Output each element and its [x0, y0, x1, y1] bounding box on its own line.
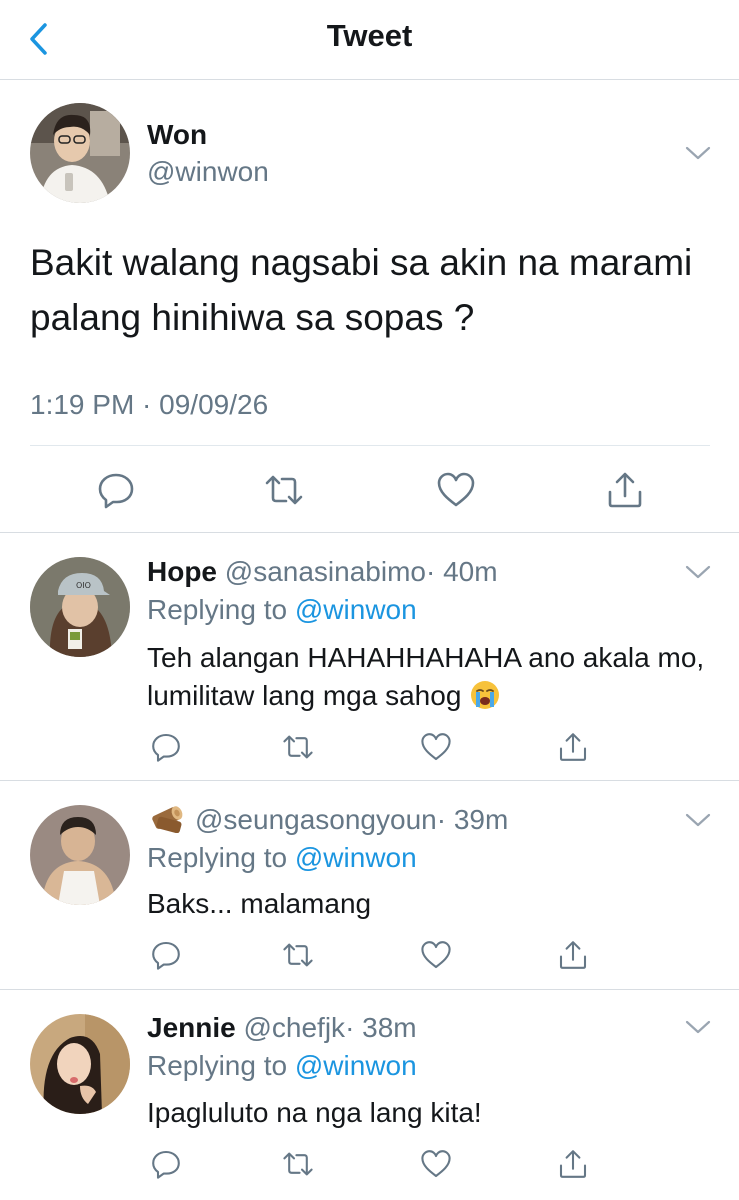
reply-time: · 39m: [436, 804, 509, 835]
reply-icon: [98, 473, 134, 509]
chevron-down-icon: [685, 813, 711, 827]
retweet-button[interactable]: [264, 470, 304, 510]
share-button[interactable]: [557, 939, 589, 971]
replying-to-link[interactable]: @winwon: [295, 842, 417, 873]
share-icon: [559, 1150, 587, 1178]
reply-button[interactable]: [150, 731, 182, 763]
divider: [30, 445, 710, 446]
log-icon: [152, 806, 183, 833]
retweet-icon: [283, 1152, 313, 1176]
chevron-down-icon: [685, 1020, 711, 1034]
reply-time: · 40m: [425, 556, 498, 587]
reply-tweet[interactable]: @seungasongyoun· 39m Replying to @winwon…: [0, 781, 739, 990]
reply-button[interactable]: [150, 939, 182, 971]
replying-to-link[interactable]: @winwon: [295, 594, 417, 625]
share-icon: [559, 941, 587, 969]
reply-icon: [152, 941, 180, 970]
reply-icon: [152, 1150, 180, 1179]
reply-text-content: Teh alangan HAHAHHAHAHA ano akala mo, lu…: [147, 642, 705, 711]
reply-time: · 38m: [345, 1012, 417, 1043]
chevron-down-icon: [685, 565, 711, 579]
avatar[interactable]: [30, 103, 130, 203]
reply-tweet[interactable]: OIO Hope @sanasinabimo· 40m Replying to …: [0, 533, 739, 781]
retweet-icon: [265, 475, 303, 505]
share-icon: [608, 472, 642, 508]
like-icon: [437, 472, 475, 507]
reply-author-name[interactable]: Hope: [147, 556, 217, 587]
reply-tweet[interactable]: Jennie @chefjk· 38m Replying to @winwon …: [0, 990, 739, 1200]
reply-button[interactable]: [150, 1148, 182, 1180]
like-icon: [421, 1150, 451, 1178]
reply-author-name[interactable]: Jennie: [147, 1012, 236, 1043]
avatar[interactable]: [30, 1014, 130, 1114]
reply-author-handle[interactable]: @chefjk: [243, 1012, 345, 1043]
retweet-icon: [283, 735, 313, 759]
avatar[interactable]: [30, 805, 130, 905]
reply-text: Baks... malamang: [147, 888, 372, 919]
reply-author-handle[interactable]: @seungasongyoun: [195, 804, 437, 835]
chevron-down-icon: [685, 146, 711, 160]
author-name[interactable]: Won: [147, 119, 207, 151]
like-icon: [421, 733, 451, 761]
more-options-button[interactable]: [684, 811, 712, 829]
reply-button[interactable]: [96, 470, 136, 510]
replying-to-label: Replying to: [147, 1050, 288, 1081]
main-tweet: Won @winwon Bakit walang nagsabi sa akin…: [0, 80, 739, 533]
nav-bar: Tweet: [0, 0, 739, 80]
more-options-button[interactable]: [684, 1018, 712, 1036]
retweet-button[interactable]: [282, 939, 314, 971]
retweet-icon: [283, 943, 313, 967]
tweet-text: Bakit walang nagsabi sa akin na marami p…: [30, 242, 693, 338]
replying-to: Replying to @winwon: [147, 842, 417, 874]
share-button[interactable]: [605, 470, 645, 510]
share-button[interactable]: [557, 1148, 589, 1180]
share-icon: [559, 733, 587, 761]
like-icon: [421, 941, 451, 969]
like-button[interactable]: [420, 731, 452, 763]
reply-icon: [152, 733, 180, 762]
replying-to-label: Replying to: [147, 842, 288, 873]
like-button[interactable]: [436, 470, 476, 510]
loudly-crying-face-icon: [471, 681, 500, 709]
svg-text:OIO: OIO: [76, 581, 91, 590]
like-button[interactable]: [420, 1148, 452, 1180]
replying-to-link[interactable]: @winwon: [295, 1050, 417, 1081]
retweet-button[interactable]: [282, 731, 314, 763]
replying-to: Replying to @winwon: [147, 1050, 417, 1082]
author-handle[interactable]: @winwon: [147, 156, 269, 188]
tweet-timestamp[interactable]: 1:19 PM · 09/09/26: [30, 389, 268, 421]
more-options-button[interactable]: [684, 563, 712, 581]
replying-to-label: Replying to: [147, 594, 288, 625]
reply-text: Teh alangan HAHAHHAHAHA ano akala mo, lu…: [147, 639, 707, 715]
reply-author-handle[interactable]: @sanasinabimo: [225, 556, 426, 587]
replying-to: Replying to @winwon: [147, 594, 417, 626]
reply-text: Ipagluluto na nga lang kita!: [147, 1097, 482, 1128]
avatar[interactable]: OIO: [30, 557, 130, 657]
page-title: Tweet: [326, 18, 413, 53]
share-button[interactable]: [557, 731, 589, 763]
retweet-button[interactable]: [282, 1148, 314, 1180]
like-button[interactable]: [420, 939, 452, 971]
more-options-button[interactable]: [684, 144, 712, 162]
